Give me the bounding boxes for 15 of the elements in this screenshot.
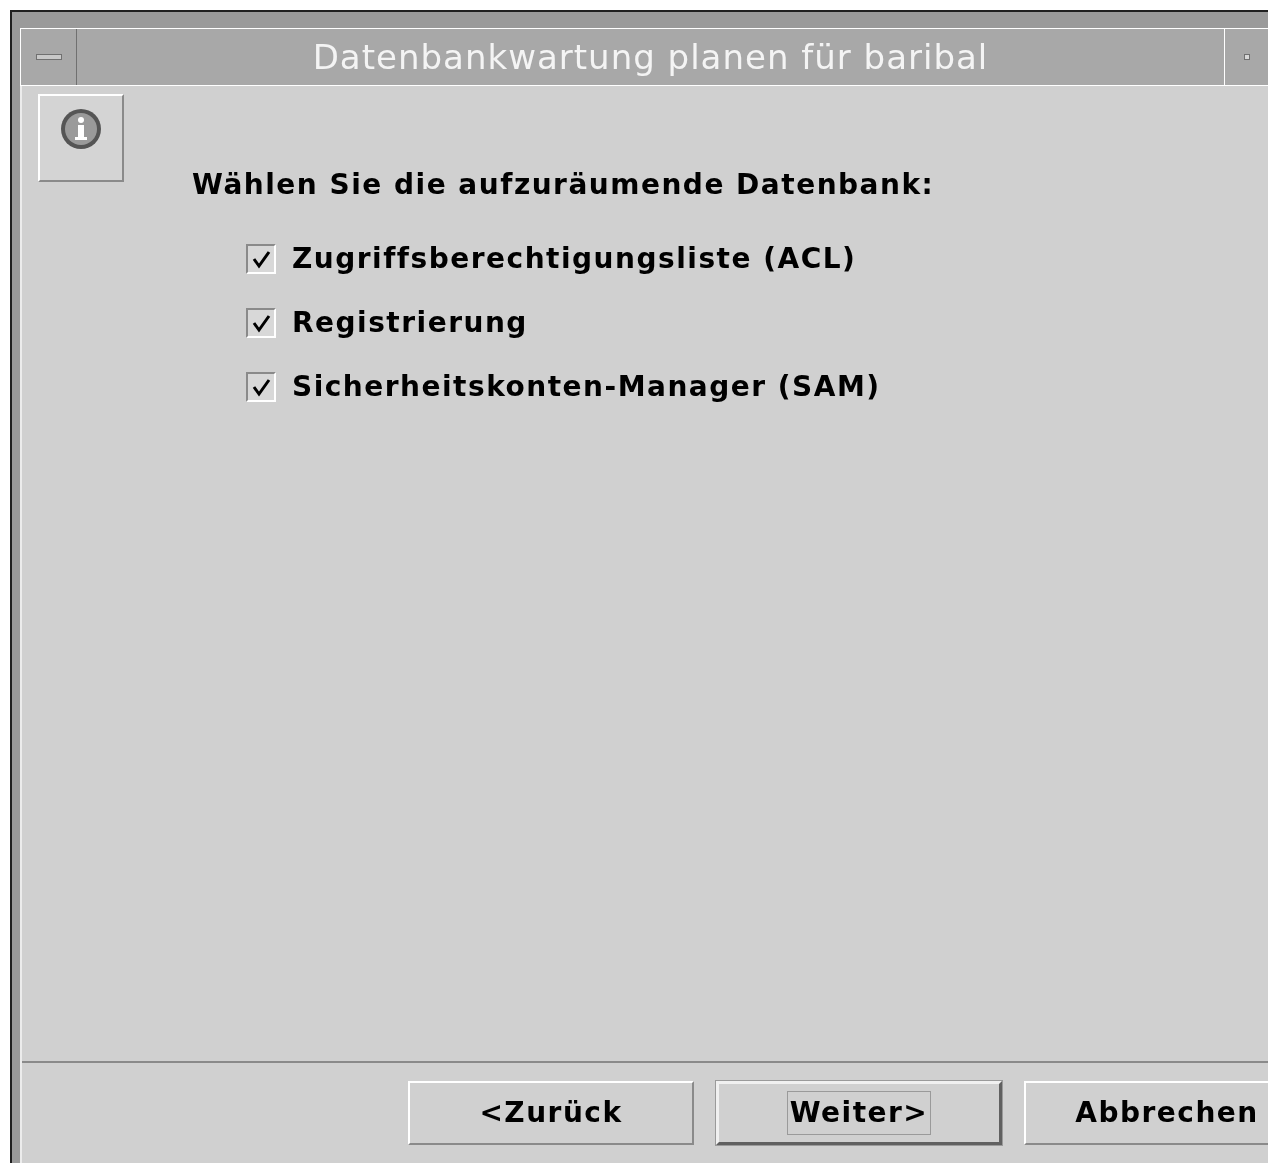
prompt-text: Wählen Sie die aufzuräumende Datenbank: — [192, 167, 935, 203]
checkbox-label: Zugriffsberechtigungsliste (ACL) — [292, 241, 857, 277]
dialog-button[interactable]: Abbrechen — [1024, 1081, 1268, 1145]
checkbox-label: Sicherheitskonten-Manager (SAM) — [292, 369, 881, 405]
dialog-button[interactable]: <Zurück — [408, 1081, 694, 1145]
checkbox[interactable] — [246, 244, 276, 274]
info-icon — [59, 107, 103, 151]
checkbox-label: Registrierung — [292, 305, 528, 341]
window-title: Datenbankwartung planen für baribal — [311, 35, 990, 79]
checkmark-icon — [251, 313, 271, 333]
checkbox[interactable] — [246, 308, 276, 338]
checkmark-icon — [251, 377, 271, 397]
checkbox[interactable] — [246, 372, 276, 402]
checkmark-icon — [251, 249, 271, 269]
dialog-button[interactable]: Weiter> — [716, 1081, 1002, 1145]
